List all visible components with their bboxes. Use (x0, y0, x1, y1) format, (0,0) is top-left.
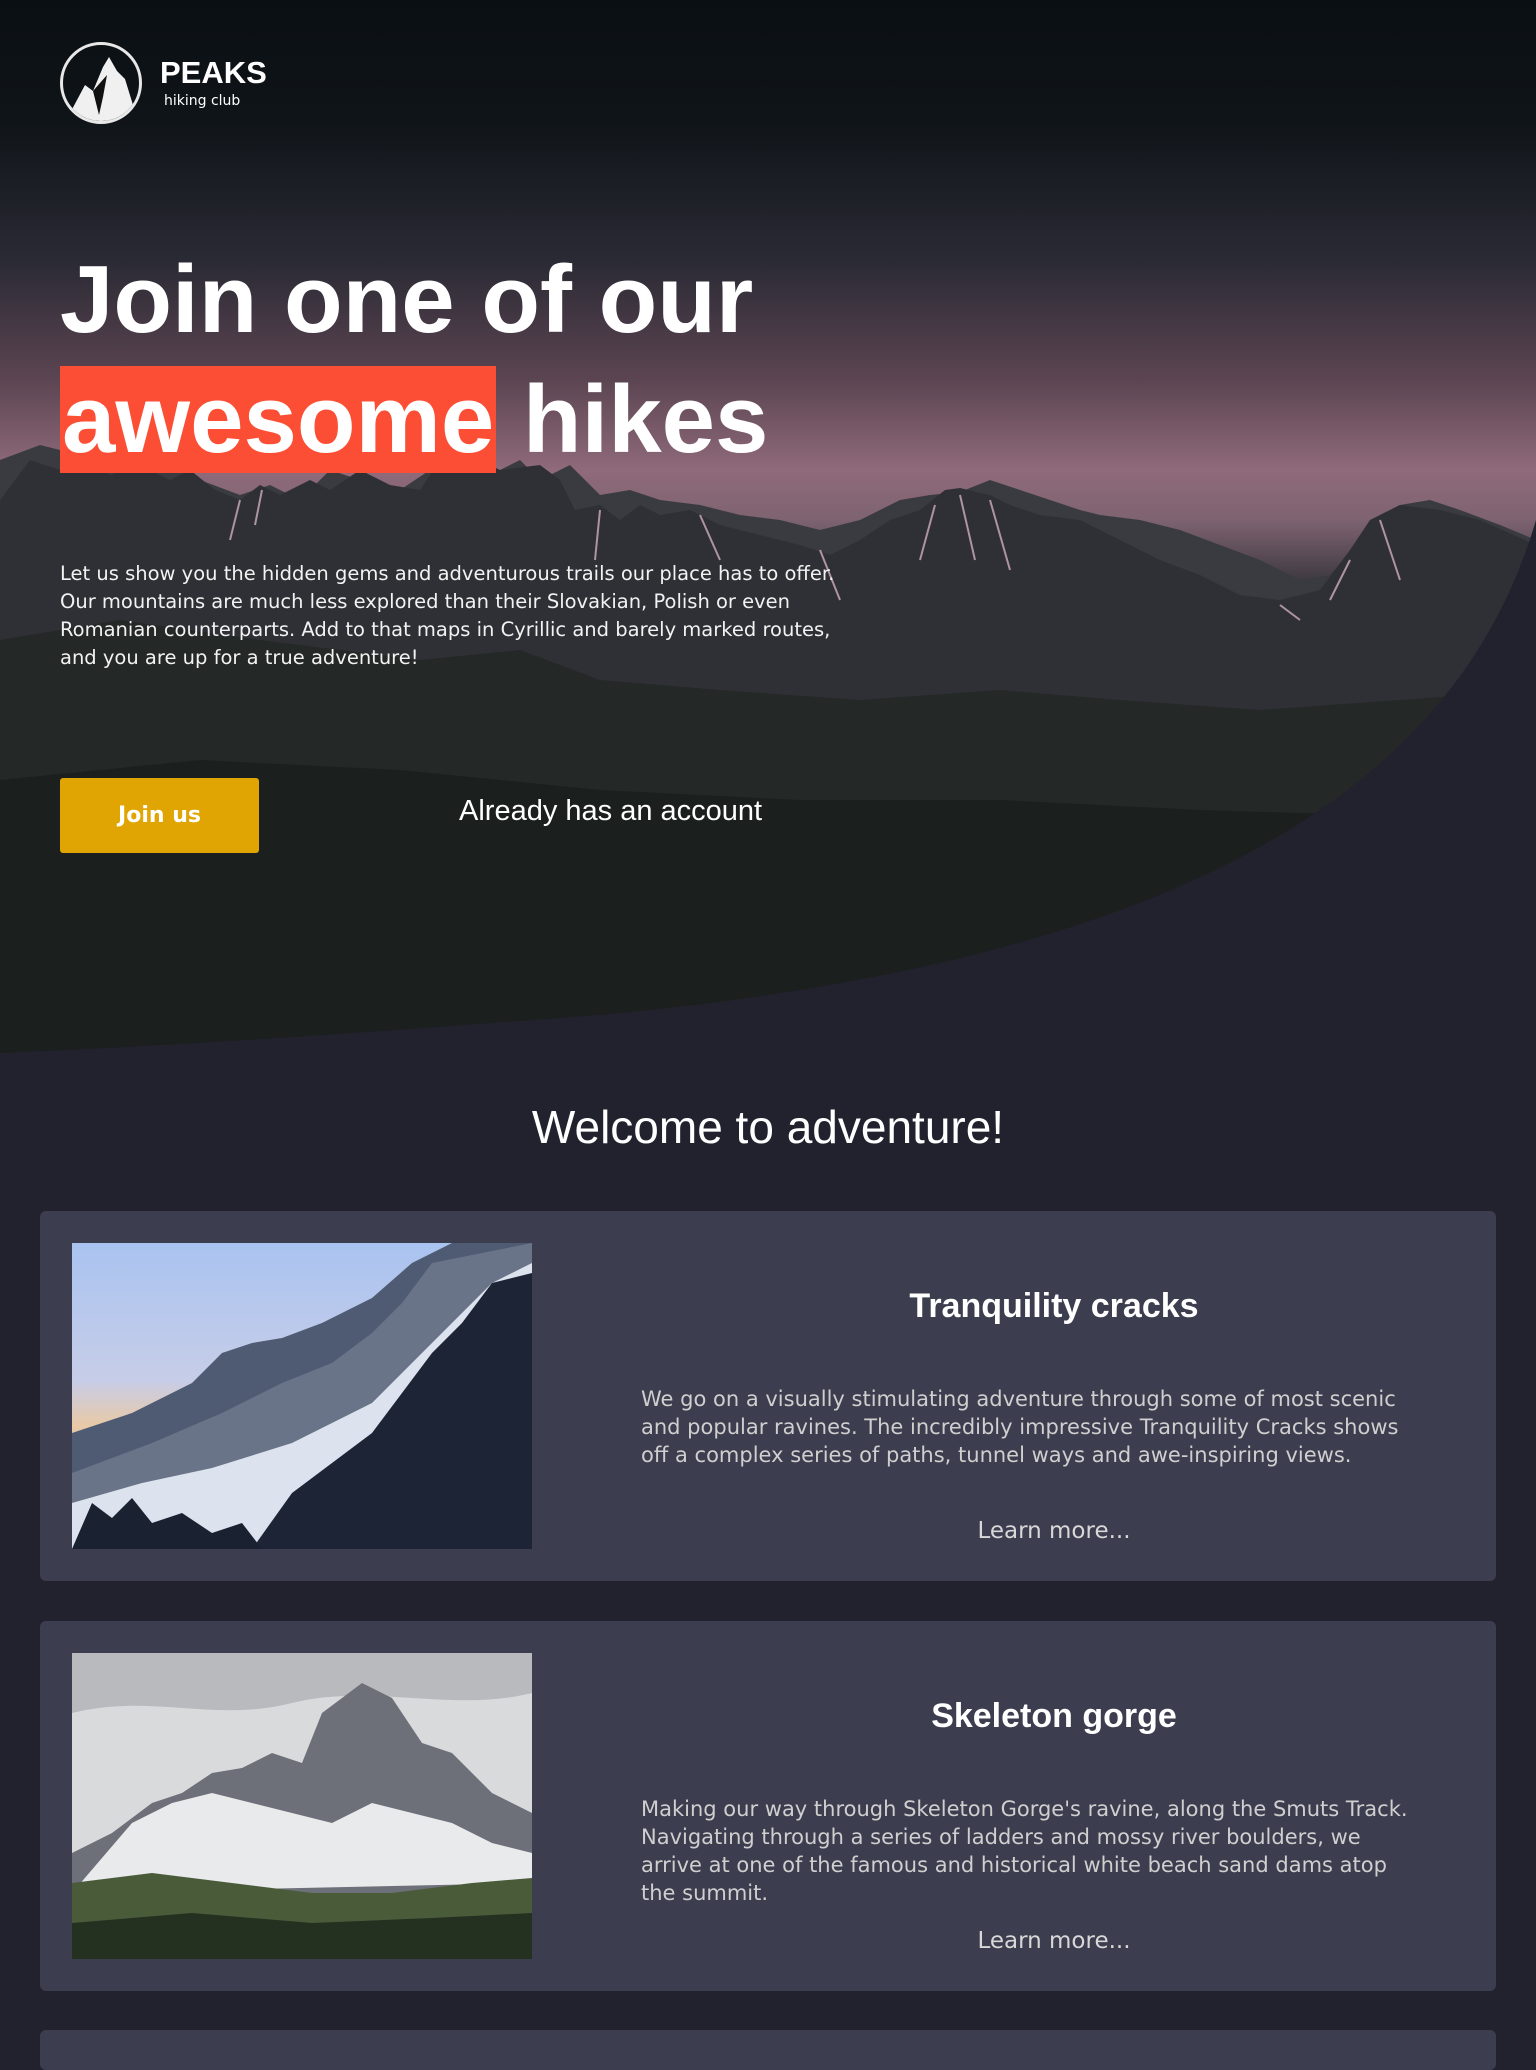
join-us-button[interactable]: Join us (60, 778, 259, 853)
headline-rest: hikes (522, 366, 769, 473)
learn-more-link[interactable]: Learn more... (572, 1928, 1536, 1954)
brand-logo[interactable]: PEAKS hiking club (60, 42, 267, 124)
mountain-landscape-image (0, 445, 1536, 1053)
hike-photo (72, 1243, 532, 1549)
hike-photo (72, 1653, 532, 1959)
hero-lead-text: Let us show you the hidden gems and adve… (60, 562, 835, 669)
brand-name: PEAKS (160, 55, 267, 90)
brand-tagline: hiking club (164, 93, 241, 109)
hike-description: Making our way through Skeleton Gorge's … (641, 1797, 1408, 1905)
headline-highlight: awesome (60, 366, 497, 473)
section-title: Welcome to adventure! (531, 1101, 1005, 1153)
hero-headline: Join one of our awesome hikes (60, 240, 768, 480)
hero-section: PEAKS hiking club Join one of our awesom… (0, 0, 1536, 1053)
hike-card-partial (40, 2030, 1496, 2070)
headline-line-1: Join one of our (60, 246, 754, 353)
learn-more-link[interactable]: Learn more... (572, 1518, 1536, 1544)
hike-description: We go on a visually stimulating adventur… (641, 1387, 1399, 1467)
hike-card-tranquility: Tranquility cracks We go on a visually s… (40, 1211, 1496, 1581)
hike-card-skeleton: Skeleton gorge Making our way through Sk… (40, 1621, 1496, 1991)
mountain-logo-icon (60, 42, 142, 124)
hike-title: Skeleton gorge (931, 1697, 1177, 1735)
hike-title: Tranquility cracks (909, 1287, 1199, 1325)
login-link[interactable]: Already has an account (459, 795, 762, 828)
